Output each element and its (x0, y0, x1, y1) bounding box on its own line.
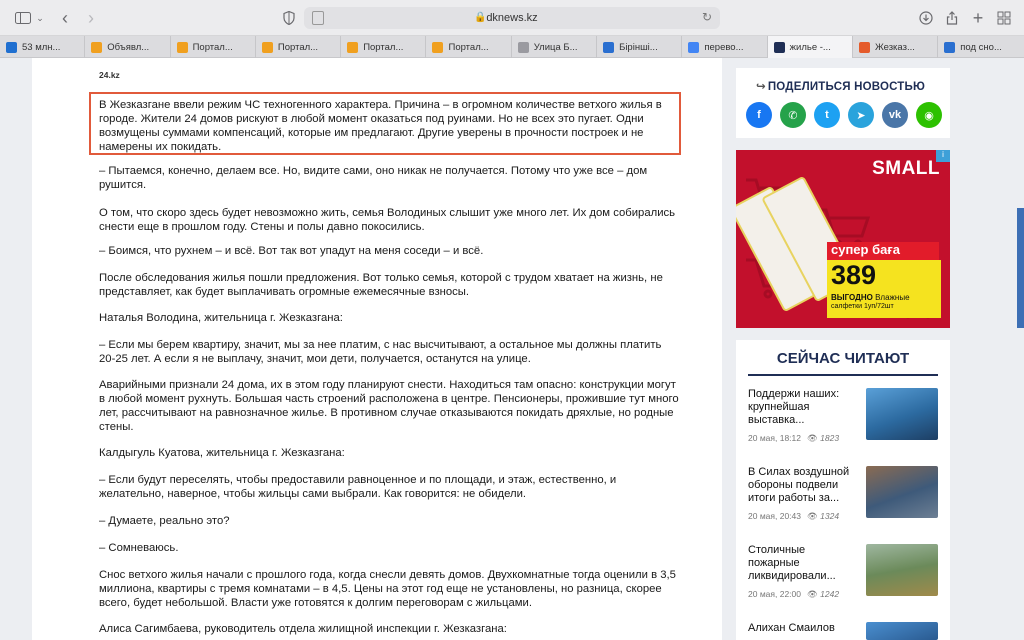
favicon-icon (261, 41, 273, 53)
news-link[interactable]: Алихан Смаилов (748, 622, 856, 635)
forward-icon[interactable]: › (84, 8, 98, 28)
scrollbar-thumb[interactable] (1017, 208, 1024, 328)
news-thumbnail[interactable] (866, 388, 938, 440)
eye-icon: 👁 (806, 433, 821, 443)
privacy-shield-icon[interactable] (282, 8, 296, 28)
news-link[interactable]: Поддержи наших: крупнейшая выставка... (748, 388, 856, 427)
tab-item[interactable]: Улица Б... (512, 36, 598, 58)
telegram-icon: ➤ (856, 109, 866, 122)
wechat-icon: ◉ (924, 109, 934, 122)
article-paragraph: Снос ветхого жилья начали с прошлого год… (99, 569, 676, 609)
sidebar-toggle-icon[interactable] (14, 8, 32, 28)
article-paragraph: После обследования жилья пошли предложен… (99, 272, 663, 298)
eye-icon: 👁 (806, 589, 821, 599)
favicon-icon (517, 41, 529, 53)
twitter-icon: t (825, 109, 829, 121)
article-paragraph: Калдыгуль Куатова, жительница г. Жезказг… (99, 447, 345, 459)
article-paragraph: – Если мы берем квартиру, значит, мы за … (99, 339, 662, 365)
now-reading-widget: СЕЙЧАС ЧИТАЮТ Поддержи наших: крупнейшая… (736, 340, 950, 640)
divider (748, 374, 938, 376)
share-box: ↪ ПОДЕЛИТЬСЯ НОВОСТЬЮ f ✆ t ➤ vk ◉ (736, 68, 950, 138)
article-paragraph: Наталья Володина, жительница г. Жезказга… (99, 312, 343, 324)
tab-item[interactable]: Портал... (171, 36, 256, 58)
news-link[interactable]: В Силах воздушной обороны подвели итоги … (748, 466, 856, 505)
tab-item-active[interactable]: жилье -... (767, 36, 853, 58)
article-paragraph: – Сомневаюсь. (99, 542, 179, 554)
favicon-icon (603, 41, 615, 53)
tab-item[interactable]: Портал... (426, 36, 512, 58)
favicon-icon (944, 41, 956, 53)
lock-icon: 🔒 (474, 12, 487, 23)
ad-word: ВЫГОДНО Влажные (831, 293, 910, 302)
eye-icon: 👁 (806, 511, 821, 521)
ad-price: 389 (831, 260, 877, 290)
share-title: ↪ ПОДЕЛИТЬСЯ НОВОСТЬЮ (756, 81, 926, 93)
whatsapp-share-button[interactable]: ✆ (780, 102, 806, 128)
favicon-icon (6, 41, 17, 53)
advertisement-banner[interactable]: i SMALL супер баға 389 ВЫГОДНО Влажные с… (736, 150, 950, 328)
article-paragraph: – Пытаемся, конечно, делаем все. Но, вид… (99, 165, 648, 191)
chevron-down-icon[interactable]: ⌄ (35, 8, 45, 28)
facebook-icon: f (757, 109, 761, 121)
tab-item[interactable]: 53 млн... (0, 36, 86, 58)
article-paragraph: О том, что скоро здесь будет невозможно … (99, 207, 676, 233)
source-label: 24.kz (99, 70, 120, 80)
favicon-icon (858, 41, 870, 53)
widget-title: СЕЙЧАС ЧИТАЮТ (776, 350, 910, 367)
tab-item[interactable]: Бірінші... (597, 36, 683, 58)
favicon-icon (176, 41, 188, 53)
new-tab-icon[interactable]: + (970, 8, 986, 28)
reload-icon[interactable]: ↻ (702, 10, 712, 24)
ad-description: салфетки 1уп/72шт (831, 303, 894, 310)
news-meta: 20 мая, 18:12 👁 1823 (748, 433, 840, 443)
wechat-share-button[interactable]: ◉ (916, 102, 942, 128)
favicon-icon (91, 41, 103, 53)
share-arrow-icon: ↪ (756, 81, 766, 93)
facebook-share-button[interactable]: f (746, 102, 772, 128)
ad-promo: супер баға (827, 242, 939, 260)
tab-item[interactable]: Портал... (341, 36, 427, 58)
news-thumbnail[interactable] (866, 544, 938, 596)
article-lead: В Жезказгане ввели режим ЧС техногенного… (89, 92, 681, 155)
url-text: dknews.kz (486, 12, 538, 24)
page-content: 24.kz В Жезказгане ввели режим ЧС техног… (0, 58, 1024, 640)
back-icon[interactable]: ‹ (58, 8, 72, 28)
telegram-share-button[interactable]: ➤ (848, 102, 874, 128)
favicon-icon (688, 41, 700, 53)
favicon-icon (347, 41, 359, 53)
tab-item[interactable]: Портал... (256, 36, 342, 58)
news-thumbnail[interactable] (866, 622, 938, 640)
tab-item[interactable]: под сно... (938, 36, 1023, 58)
tab-overview-icon[interactable] (996, 8, 1012, 28)
favicon-icon (432, 41, 444, 53)
vk-icon: vk (888, 109, 902, 121)
article-paragraph: – Боимся, что рухнем – и всё. Вот так во… (99, 245, 484, 257)
ad-brand: SMALL (872, 158, 940, 179)
news-link[interactable]: Столичные пожарные ликвидировали... (748, 544, 856, 583)
article-paragraph: Алиса Сагимбаева, руководитель отдела жи… (99, 623, 507, 635)
share-icon[interactable] (944, 8, 960, 28)
ad-price-box: 389 ВЫГОДНО Влажные салфетки 1уп/72шт (827, 260, 941, 318)
article-paragraph: – Думаете, реально это? (99, 515, 230, 527)
tab-item[interactable]: перево... (682, 36, 768, 58)
news-meta: 20 мая, 22:00 👁 1242 (748, 589, 840, 599)
whatsapp-icon: ✆ (788, 109, 798, 122)
news-thumbnail[interactable] (866, 466, 938, 518)
tab-item[interactable]: Жезказ... (853, 36, 939, 58)
browser-toolbar: ⌄ ‹ › 🔒 dknews.kz ↻ + (0, 0, 1024, 36)
vk-share-button[interactable]: vk (882, 102, 908, 128)
article-paragraph: Аварийными признали 24 дома, их в этом г… (99, 379, 679, 433)
download-icon[interactable] (918, 8, 934, 28)
tab-item[interactable]: Объявл... (85, 36, 171, 58)
twitter-share-button[interactable]: t (814, 102, 840, 128)
address-bar[interactable]: 🔒 dknews.kz ↻ (304, 7, 720, 29)
favicon-icon (773, 41, 785, 53)
article-paragraph: – Если будут переселять, чтобы предостав… (99, 474, 617, 500)
news-meta: 20 мая, 20:43 👁 1324 (748, 511, 840, 521)
page-icon (312, 11, 324, 25)
tab-bar: 53 млн... Объявл... Портал... Портал... … (0, 36, 1024, 58)
article: 24.kz В Жезказгане ввели режим ЧС техног… (32, 58, 722, 640)
